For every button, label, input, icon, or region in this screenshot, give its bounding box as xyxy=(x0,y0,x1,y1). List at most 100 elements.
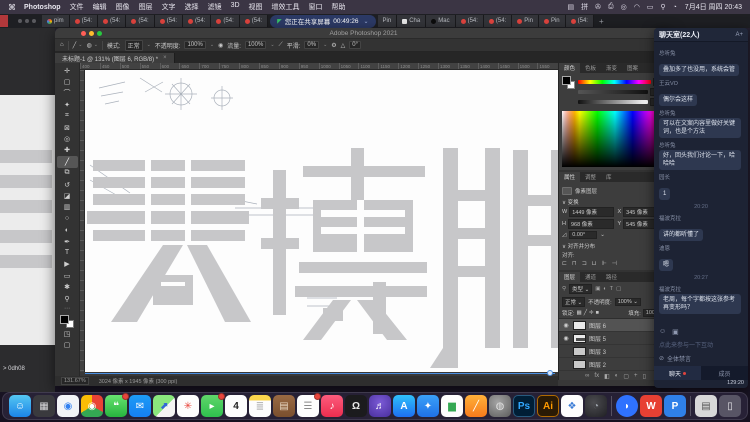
rotation-chevron-icon[interactable]: ⌄ xyxy=(600,232,605,238)
lasso-tool[interactable]: ⌒ xyxy=(57,88,78,99)
dock-illustrator[interactable]: Ai xyxy=(537,395,559,417)
eyedropper-tool[interactable]: ◎ xyxy=(57,133,78,144)
mode-select[interactable]: 正常 xyxy=(125,40,143,51)
window-traffic-lights-dim[interactable] xyxy=(18,19,36,23)
type-tool[interactable]: T xyxy=(57,247,78,258)
dock-mail[interactable]: ✉ xyxy=(129,395,151,417)
hue-slider[interactable] xyxy=(578,80,651,84)
dock-gray-sphere-app[interactable]: ◍ xyxy=(489,395,511,417)
filter-pixel-icon[interactable]: ▣ xyxy=(595,286,600,292)
emoji-icon[interactable]: ☺ xyxy=(659,328,666,336)
menu-item[interactable]: 增效工具 xyxy=(272,2,300,12)
ps-titlebar[interactable]: Adobe Photoshop 2021 xyxy=(55,28,672,39)
align-middle-icon[interactable]: ⊩ xyxy=(601,260,606,267)
color-swatches[interactable] xyxy=(562,76,575,89)
color-panel-tab[interactable]: 图案 xyxy=(622,63,643,73)
airbrush-icon[interactable]: ⟋ xyxy=(279,42,283,49)
lock-transparency-icon[interactable]: ▦ xyxy=(577,310,582,316)
browser-tab[interactable]: (54: xyxy=(566,15,594,27)
dock-garageband[interactable]: ♬ xyxy=(369,395,391,417)
browser-tab[interactable]: (54: xyxy=(70,15,98,27)
menu-item[interactable]: 滤镜 xyxy=(208,2,222,12)
chat-tab-成员[interactable]: 成员 xyxy=(701,366,748,380)
menu-item[interactable]: 编辑 xyxy=(93,2,107,12)
dock-finder[interactable]: ☺ xyxy=(9,395,31,417)
browser-tab[interactable]: Cha xyxy=(397,15,426,27)
new-layer-icon[interactable]: + xyxy=(634,373,638,380)
dock-stats-app[interactable]: ▆ xyxy=(441,395,463,417)
layer-name[interactable]: 图层 3 xyxy=(589,347,606,356)
ps-canvas[interactable] xyxy=(85,70,558,372)
battery-icon[interactable]: ▭ xyxy=(647,3,654,11)
more-tools-icon[interactable]: ⋯ xyxy=(64,305,70,312)
shape-tool[interactable]: ▭ xyxy=(57,270,78,281)
layer-mask-icon[interactable]: ◧ xyxy=(604,373,610,380)
new-tab-button[interactable]: + xyxy=(594,17,609,26)
brush-preset-picker[interactable]: ╱⌄ xyxy=(73,42,83,49)
dock-maps[interactable]: ⬈ xyxy=(153,395,175,417)
brightness-slider[interactable] xyxy=(578,100,648,104)
layer-name[interactable]: 图层 2 xyxy=(589,360,606,369)
quick-select-tool[interactable]: ✦ xyxy=(57,99,78,110)
align-right-icon[interactable]: ⊐ xyxy=(582,260,587,267)
browser-tab[interactable]: Pin xyxy=(539,15,566,27)
browser-tab[interactable]: Pin xyxy=(378,15,398,27)
menu-item[interactable]: 选择 xyxy=(185,2,199,12)
height-input[interactable]: 968 像素 xyxy=(568,219,614,229)
dodge-tool[interactable]: ◐ xyxy=(57,224,78,235)
new-group-icon[interactable]: ▢ xyxy=(623,373,629,380)
layer-name[interactable]: 图层 6 xyxy=(589,321,606,330)
dock-app-store[interactable]: A xyxy=(393,395,415,417)
chat-tab-聊天[interactable]: 聊天 xyxy=(654,366,701,380)
horizontal-ruler[interactable]: 4004505005506006507007508008509009501000… xyxy=(80,63,558,70)
browser-tab[interactable]: pim xyxy=(42,15,70,27)
user-status-icon[interactable]: ◔ xyxy=(673,4,677,11)
link-layers-icon[interactable]: ∞ xyxy=(585,373,589,380)
align-center-h-icon[interactable]: ⊓ xyxy=(572,260,577,267)
color-panel-tab[interactable]: 颜色 xyxy=(559,63,580,73)
align-top-icon[interactable]: ⊔ xyxy=(592,260,597,267)
dock-notes[interactable]: ≣ xyxy=(249,395,271,417)
dock-keynote[interactable]: ✦ xyxy=(417,395,439,417)
close-document-icon[interactable]: × xyxy=(163,55,167,61)
brush-settings-toggle[interactable]: ◍⌄ xyxy=(86,42,97,49)
filter-type-icon[interactable]: T xyxy=(610,286,613,292)
dock-books[interactable]: ▤ xyxy=(273,395,295,417)
dock-photoshop[interactable]: Ps xyxy=(513,395,535,417)
browser-tab[interactable]: (54: xyxy=(98,15,126,27)
marquee-tool[interactable]: ▢ xyxy=(57,76,78,87)
menu-item[interactable]: 3D xyxy=(231,2,240,12)
home-icon[interactable]: ⌂ xyxy=(60,42,64,48)
lock-position-icon[interactable]: ✛ xyxy=(589,310,594,316)
dock-wps[interactable]: W xyxy=(640,395,662,417)
move-tool[interactable]: ✛ xyxy=(57,65,78,76)
image-upload-icon[interactable]: ▣ xyxy=(672,328,679,336)
font-size-control[interactable]: A+ xyxy=(735,32,743,38)
dock-music[interactable]: ♪ xyxy=(321,395,343,417)
color-panel-tab[interactable]: 渐变 xyxy=(601,63,622,73)
clone-stamp-tool[interactable]: ⧉ xyxy=(57,168,78,179)
browser-tab[interactable]: (54: xyxy=(211,15,239,27)
eraser-tool[interactable]: ◪ xyxy=(57,190,78,201)
layers-panel-tab[interactable]: 通道 xyxy=(580,272,601,282)
dock-dark-sphere-app[interactable]: ◔ xyxy=(585,395,607,417)
filter-shape-icon[interactable]: ▢ xyxy=(616,286,621,292)
browser-tab[interactable]: (54: xyxy=(183,15,211,27)
layer-search-icon[interactable]: ⚲ xyxy=(562,286,566,292)
layers-panel-tab[interactable]: 图层 xyxy=(559,272,580,282)
quick-mask-icon[interactable]: ◳ xyxy=(57,328,78,339)
align-left-icon[interactable]: ⊏ xyxy=(562,260,567,267)
zoom-tool[interactable]: ⚲ xyxy=(57,293,78,304)
delete-layer-icon[interactable]: ▯ xyxy=(643,373,646,380)
apple-menu-icon[interactable]: ⌘ xyxy=(8,3,16,12)
dock-measure-app[interactable]: ╱ xyxy=(465,395,487,417)
foreground-background-swatches[interactable] xyxy=(60,315,74,328)
dock-safari[interactable]: ◉ xyxy=(57,395,79,417)
blur-tool[interactable]: ○ xyxy=(57,213,78,224)
dock-messages[interactable]: ❝ xyxy=(105,395,127,417)
filter-adjustment-icon[interactable]: ◐ xyxy=(603,286,606,292)
menu-item[interactable]: 图层 xyxy=(139,2,153,12)
screen-mode-icon[interactable]: ▢ xyxy=(57,340,78,351)
foreground-color-swatch[interactable] xyxy=(60,315,69,324)
chat-message-list[interactable]: 总听兔叠加多了也没用，系统会管王云VO偶尔会这样总听兔可以在文案内容里做好关键词… xyxy=(654,42,748,324)
